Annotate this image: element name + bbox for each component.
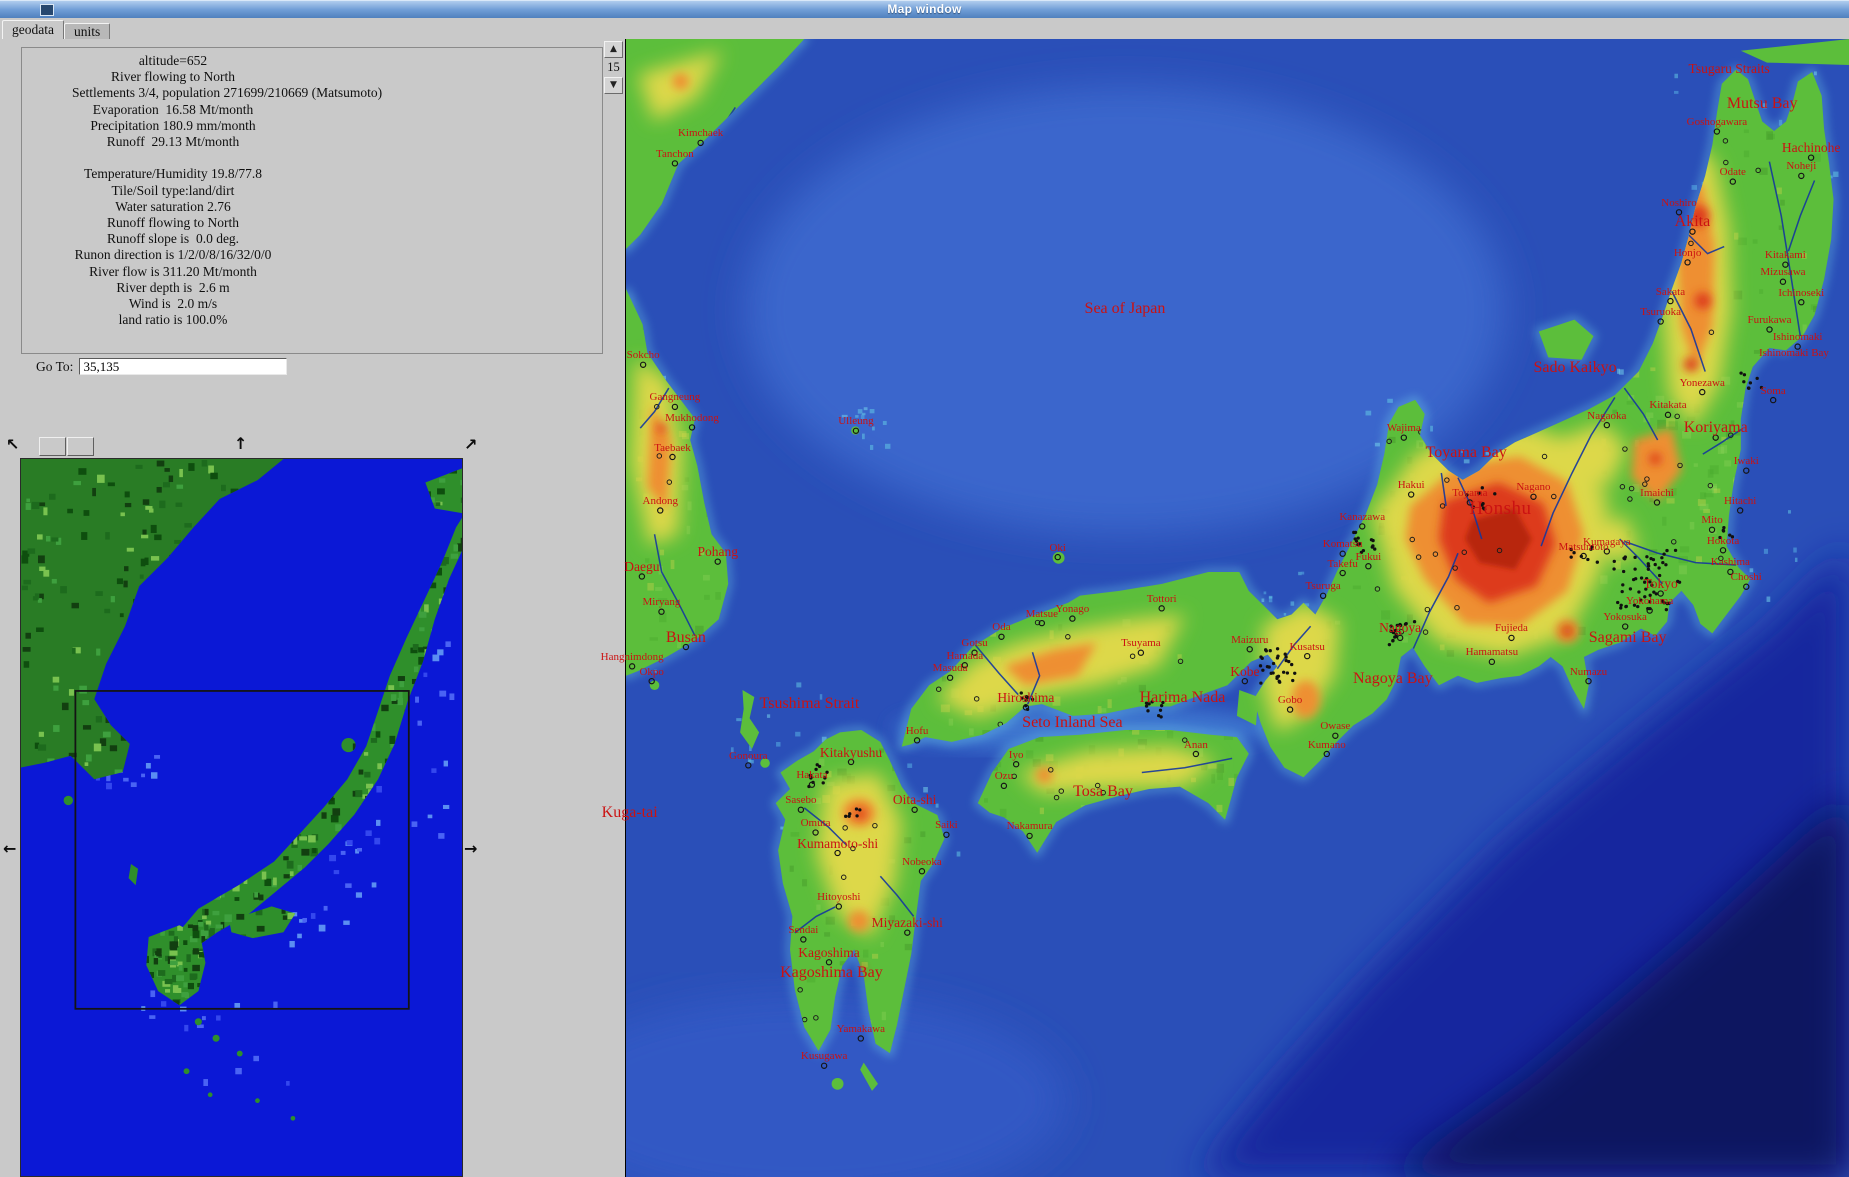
info-line: River depth is 2.6 m [116, 279, 230, 295]
info-line: land ratio is 100.0% [118, 312, 228, 328]
pan-east-arrow-icon[interactable]: → [464, 841, 477, 857]
info-line: River flow is 311.20 Mt/month [89, 263, 257, 279]
main-map[interactable]: Sea of Japan Tsugaru Straits Mutsu Bay Ishi… [601, 39, 1849, 1177]
info-line: Runon direction is 1/2/0/8/16/32/0/0 [74, 247, 272, 263]
goto-input[interactable] [79, 358, 288, 375]
tab-geodata[interactable]: geodata [2, 20, 64, 39]
tab-bar: geodata units [2, 20, 111, 39]
info-line: Wind is 2.0 m/s [128, 296, 218, 312]
minimap[interactable] [20, 458, 463, 1177]
pan-west-arrow-icon[interactable]: ← [3, 841, 16, 857]
window-title: Map window [887, 2, 962, 16]
info-line [22, 150, 324, 166]
map-raster [626, 39, 1849, 1177]
zoom-level: 15 [607, 60, 620, 74]
pan-northeast-arrow-icon[interactable]: ↗ [464, 437, 477, 453]
info-line: Water saturation 2.76 [115, 198, 231, 214]
map-view-icon-button[interactable] [39, 437, 66, 456]
info-line: Runoff flowing to North [106, 215, 240, 231]
goto-label: Go To: [36, 358, 74, 374]
info-line: Evaporation 16.58 Mt/month [92, 101, 254, 117]
info-line: Precipitation 180.9 mm/month [90, 117, 256, 133]
minimap-raster [21, 459, 462, 1176]
info-line: Temperature/Humidity 19.8/77.8 [84, 166, 262, 182]
info-line: River flowing to North [110, 69, 236, 85]
window-menu-icon[interactable] [40, 4, 54, 16]
goto-row: Go To: [36, 358, 288, 375]
pan-north-arrow-icon[interactable]: ↑ [234, 436, 247, 452]
titlebar[interactable]: Map window [0, 0, 1849, 18]
info-line: Settlements 3/4, population 271699/21066… [72, 85, 383, 101]
geodata-info-panel: altitude=652 River flowing to North Settle… [21, 47, 603, 354]
zoom-control: ▲ 15 ▼ [603, 41, 624, 94]
zoom-in-button[interactable]: ▲ [604, 41, 623, 58]
pan-northwest-arrow-icon[interactable]: ↖ [6, 437, 19, 453]
tab-units[interactable]: units [63, 23, 111, 39]
info-line: Runoff 29.13 Mt/month [106, 134, 240, 150]
info-line: altitude=652 [138, 53, 208, 68]
terrain-view-icon-button[interactable] [67, 437, 94, 456]
info-line: Tile/Soil type:land/dirt [111, 182, 235, 198]
info-line: Runoff slope is 0.0 deg. [106, 231, 240, 247]
zoom-out-button[interactable]: ▼ [604, 77, 623, 94]
